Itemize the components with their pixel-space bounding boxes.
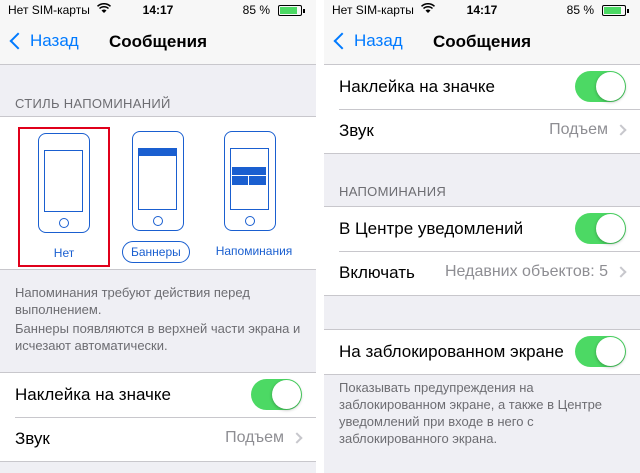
badge-sound-group: Наклейка на значке Звук Подъем [324,65,640,154]
alert-style-alerts-label: Напоминания [215,244,293,258]
lock-screen-switch[interactable] [575,336,626,367]
navigation-bar: Назад Сообщения [324,20,640,65]
notification-center-label: В Центре уведомлений [339,219,524,238]
alert-style-footer-1: Напоминания требуют действия перед выпол… [15,285,250,317]
sound-row[interactable]: Звук Подъем [324,109,640,153]
badge-row: Наклейка на значке [324,65,640,109]
lock-screen-group: На заблокированном экране [324,329,640,375]
battery-percent: 85 % [566,3,594,17]
lock-screen-label: На заблокированном экране [339,342,564,361]
badge-sound-group: Наклейка на значке Звук Подъем [0,372,316,462]
badge-label: Наклейка на значке [339,77,495,96]
alert-style-none[interactable]: Нет [18,127,110,267]
badge-switch[interactable] [251,379,302,410]
phone-banner-icon [132,131,184,231]
alert-style-header: СТИЛЬ НАПОМИНАНИЙ [15,96,171,111]
badge-switch[interactable] [575,71,626,102]
battery-percent: 85 % [242,3,270,17]
alert-style-none-label: Нет [53,246,75,260]
navigation-bar: Назад Сообщения [0,20,316,65]
sound-value: Подъем [549,121,608,138]
notification-center-row: В Центре уведомлений [324,207,640,251]
include-row[interactable]: Включать Недавних объектов: 5 [324,251,640,295]
sound-row[interactable]: Звук Подъем [0,417,316,461]
alert-style-footer-2: Баннеры появляются в верхней части экран… [15,321,301,353]
sound-label: Звук [15,429,50,448]
page-title: Сообщения [433,32,531,51]
page-title: Сообщения [109,32,207,51]
status-bar: Нет SIM-карты 14:17 85 % [0,0,316,20]
chevron-right-icon [615,124,627,136]
phone-none-icon [38,133,90,233]
status-bar: Нет SIM-карты 14:17 85 % [324,0,640,20]
notification-center-switch[interactable] [575,213,626,244]
badge-label: Наклейка на значке [15,385,171,404]
include-label: Включать [339,263,415,282]
sound-value: Подъем [225,429,284,446]
include-value: Недавних объектов: 5 [445,263,608,280]
left-screen: Нет SIM-карты 14:17 85 % Назад Сообщения… [0,0,316,473]
lock-screen-footer: Показывать предупреждения на заблокирова… [339,380,603,446]
alerts-header: НАПОМИНАНИЯ [339,184,447,199]
right-screen: Нет SIM-карты 14:17 85 % Назад Сообщения… [324,0,640,473]
lock-screen-row: На заблокированном экране [324,330,640,374]
notification-center-group: В Центре уведомлений Включать Недавних о… [324,206,640,296]
screenshot-composite: Нет SIM-карты 14:17 85 % Назад Сообщения… [0,0,640,473]
phone-alert-icon [224,131,276,231]
alert-style-alerts[interactable]: Напоминания [206,127,302,267]
chevron-right-icon [615,266,627,278]
alert-style-banners-label: Баннеры [122,241,190,263]
screen-divider [316,0,324,473]
badge-row: Наклейка на значке [0,373,316,417]
alert-style-banners[interactable]: Баннеры [112,127,204,267]
battery-icon [278,5,305,16]
battery-icon [602,5,629,16]
alert-style-picker: Нет Баннеры Напоминания [0,116,316,270]
chevron-right-icon [291,432,303,444]
sound-label: Звук [339,121,374,140]
